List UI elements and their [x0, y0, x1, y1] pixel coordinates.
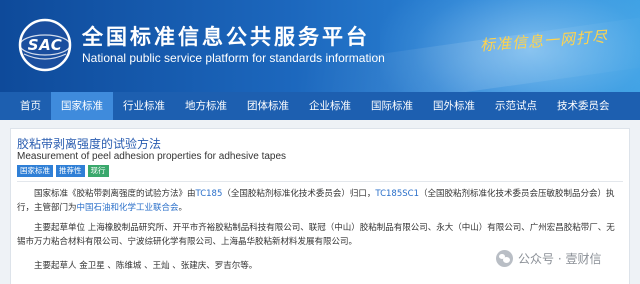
nav-item-technical-committees[interactable]: 技术委员会 — [547, 92, 620, 120]
nav-item-industry-standards[interactable]: 行业标准 — [113, 92, 175, 120]
site-title-en: National public service platform for sta… — [82, 51, 385, 65]
tag-current: 现行 — [87, 165, 109, 177]
nav-item-local-standards[interactable]: 地方标准 — [175, 92, 237, 120]
nav-item-national-standards[interactable]: 国家标准 — [51, 92, 113, 120]
tc185-link[interactable]: TC185 — [196, 189, 223, 199]
standard-tags: 国家标准 推荐性 现行 — [17, 165, 109, 177]
wechat-icon — [496, 249, 513, 267]
nav-item-foreign-standards[interactable]: 国外标准 — [423, 92, 485, 120]
competent-dept-link[interactable]: 中国石油和化学工业联合会 — [77, 203, 179, 213]
watermark-text: 公众号 · 壹财信 — [518, 251, 602, 266]
summary-prefix: 国家标准《胶粘带剥离强度的试验方法》由 — [34, 189, 196, 199]
tag-recommended: 推荐性 — [56, 165, 85, 177]
tag-national-standard: 国家标准 — [17, 165, 53, 177]
main-nav: 首页 国家标准 行业标准 地方标准 团体标准 企业标准 国际标准 国外标准 示范… — [0, 92, 640, 120]
summary-suffix: 。 — [178, 203, 188, 213]
drafting-units: 主要起草单位 上海橡胶制品研究所、开平市齐裕胶粘制品科技有限公司、联冠（中山）胶… — [17, 223, 615, 247]
standard-title: 胶粘带剥离强度的试验方法 — [17, 137, 162, 151]
standard-title-en: Measurement of peel adhesion properties … — [17, 151, 287, 162]
sac-logo[interactable]: SAC — [18, 18, 72, 72]
site-header: SAC 全国标准信息公共服务平台 National public service… — [0, 0, 640, 92]
nav-item-pilot-demo[interactable]: 示范试点 — [485, 92, 547, 120]
nav-item-group-standards[interactable]: 团体标准 — [237, 92, 299, 120]
nav-item-international-standards[interactable]: 国际标准 — [361, 92, 423, 120]
logo-text: SAC — [27, 36, 63, 54]
nav-item-enterprise-standards[interactable]: 企业标准 — [299, 92, 361, 120]
tc185sc1-link[interactable]: TC185SC1 — [375, 189, 419, 199]
watermark: 公众号 · 壹财信 — [496, 248, 601, 268]
site-title: 全国标准信息公共服务平台 — [82, 25, 370, 49]
nav-item-home[interactable]: 首页 — [10, 92, 51, 120]
summary-mid1: （全国胶粘剂标准化技术委员会）归口， — [222, 189, 376, 199]
standard-summary: 国家标准《胶粘带剥离强度的试验方法》由TC185（全国胶粘剂标准化技术委员会）归… — [17, 187, 622, 215]
divider — [17, 181, 623, 182]
